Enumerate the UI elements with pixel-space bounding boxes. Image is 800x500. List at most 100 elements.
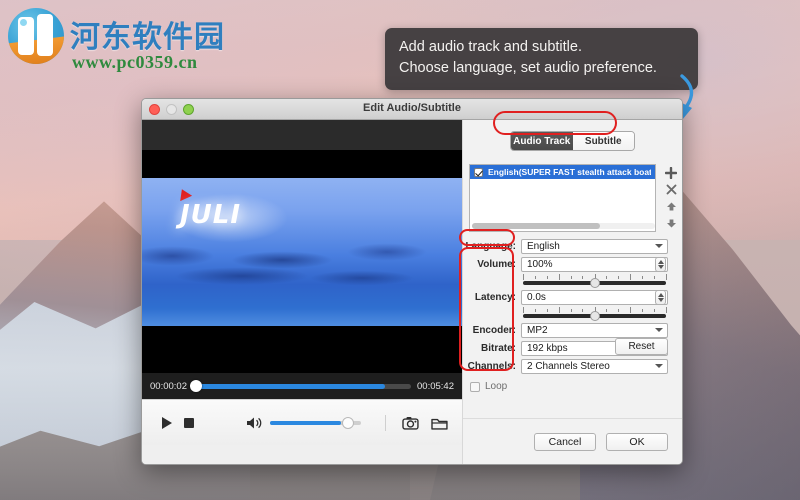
site-watermark: 河东软件园 www.pc0359.cn <box>8 6 228 84</box>
logo-glyph-right <box>37 14 53 56</box>
latency-track[interactable] <box>523 311 666 321</box>
loop-label: Loop <box>485 381 508 392</box>
volume-track-knob[interactable] <box>589 278 600 288</box>
window-title: Edit Audio/Subtitle <box>363 102 461 114</box>
video-player-pane: JULI 00:00:02 00:05:42 <box>142 120 462 464</box>
video-black-band-2 <box>142 326 462 373</box>
video-preview[interactable]: JULI <box>142 120 462 373</box>
logo-dot <box>20 19 27 26</box>
loop-row[interactable]: Loop <box>463 381 682 392</box>
language-select-wrap[interactable]: English <box>521 238 668 254</box>
player-control-bar <box>142 399 462 445</box>
play-icon[interactable] <box>156 416 178 429</box>
chevron-down-icon <box>655 327 663 332</box>
audio-track-list[interactable]: English(SUPER FAST stealth attack boat <box>469 164 656 232</box>
timeline-fill <box>192 383 385 389</box>
camera-icon[interactable] <box>402 416 419 430</box>
volume-icon[interactable] <box>246 416 262 430</box>
circle-logo-icon <box>8 8 64 64</box>
bitrate-label: Bitrate: <box>480 342 516 354</box>
playback-timeline[interactable]: 00:00:02 00:05:42 <box>142 373 462 399</box>
move-track-down-button[interactable] <box>661 215 681 232</box>
video-letterbox-top <box>142 120 462 150</box>
dialog-footer: Cancel OK <box>463 418 682 464</box>
reset-button[interactable]: Reset <box>615 338 668 355</box>
move-track-up-button[interactable] <box>661 198 681 215</box>
language-label: Language: <box>465 240 516 252</box>
volume-slider[interactable] <box>269 416 362 429</box>
latency-slider-row[interactable] <box>463 307 682 321</box>
video-frame-scene: JULI <box>142 178 462 326</box>
chevron-down-icon <box>655 243 663 248</box>
stepper-up-icon[interactable] <box>657 292 664 297</box>
track-list-buttons[interactable] <box>661 164 681 232</box>
channels-label: Channels: <box>467 360 516 372</box>
logo-band <box>8 36 64 64</box>
stepper-up-icon[interactable] <box>657 259 664 264</box>
encoder-row: Encoder: MP2 <box>463 322 682 338</box>
volume-input[interactable]: 100% <box>521 256 668 272</box>
track-list-hscrollbar[interactable] <box>472 223 655 229</box>
volume-slider-knob[interactable] <box>341 416 354 429</box>
remove-track-button[interactable] <box>661 181 681 198</box>
edit-audio-subtitle-window: Edit Audio/Subtitle JULI 00:00:02 00:05:… <box>141 98 683 465</box>
tab-audio-track[interactable]: Audio Track <box>511 132 573 150</box>
encoder-select-wrap[interactable]: MP2 <box>521 322 668 338</box>
window-body: JULI 00:00:02 00:05:42 Audio Track Subti… <box>142 120 682 464</box>
current-time-label: 00:00:02 <box>150 380 187 392</box>
latency-label: Latency: <box>474 291 516 303</box>
timeline-track[interactable] <box>189 379 412 392</box>
latency-stepper[interactable] <box>655 289 666 305</box>
arrow-down-icon <box>666 219 676 228</box>
list-item[interactable]: English(SUPER FAST stealth attack boat <box>470 165 655 179</box>
control-divider <box>385 414 387 431</box>
channels-select[interactable]: 2 Channels Stereo <box>521 358 668 374</box>
track-list-hscrollbar-thumb[interactable] <box>472 223 600 229</box>
loop-checkbox[interactable] <box>470 381 480 392</box>
volume-stepper[interactable] <box>655 256 666 272</box>
stepper-down-icon[interactable] <box>657 297 664 302</box>
callout-line-1: Add audio track and subtitle. <box>399 39 582 55</box>
audio-settings-form: Language: English Volume: 100% Latency: … <box>463 238 682 392</box>
volume-input-wrap[interactable]: 100% <box>521 256 668 272</box>
callout-line-2: Choose language, set audio preference. <box>399 60 657 76</box>
tab-subtitle[interactable]: Subtitle <box>572 132 634 150</box>
cancel-button[interactable]: Cancel <box>534 432 596 451</box>
channels-row: Channels: 2 Channels Stereo <box>463 358 682 374</box>
total-time-label: 00:05:42 <box>417 380 454 392</box>
volume-label: Volume: <box>477 258 516 270</box>
panel-tabs[interactable]: Audio Track Subtitle <box>510 131 635 151</box>
water-waves-lower <box>142 262 462 292</box>
channels-select-wrap[interactable]: 2 Channels Stereo <box>521 358 668 374</box>
track-checkbox[interactable] <box>474 167 483 177</box>
volume-track[interactable] <box>523 278 666 288</box>
encoder-select[interactable]: MP2 <box>521 322 668 338</box>
window-titlebar[interactable]: Edit Audio/Subtitle <box>142 99 682 120</box>
arrow-up-icon <box>666 202 676 211</box>
video-black-band-1 <box>142 150 462 178</box>
plus-icon <box>665 166 677 179</box>
instruction-callout: Add audio track and subtitle. Choose lan… <box>385 28 698 90</box>
track-label: English(SUPER FAST stealth attack boat <box>488 167 651 177</box>
volume-slider-row[interactable] <box>463 274 682 288</box>
site-name: 河东软件园 <box>70 20 225 55</box>
chevron-down-icon <box>655 363 663 368</box>
close-x-icon <box>666 184 676 195</box>
language-select[interactable]: English <box>521 238 668 254</box>
latency-input[interactable]: 0.0s <box>521 289 668 305</box>
volume-slider-fill <box>269 420 342 425</box>
folder-icon[interactable] <box>431 416 448 430</box>
stepper-down-icon[interactable] <box>657 264 664 269</box>
player-pane-filler <box>142 445 462 464</box>
audio-subtitle-panel: Audio Track Subtitle English(SUPER FAST … <box>462 120 682 464</box>
stop-icon[interactable] <box>178 417 200 428</box>
language-row: Language: English <box>463 238 682 254</box>
latency-track-knob[interactable] <box>589 311 600 321</box>
latency-input-wrap[interactable]: 0.0s <box>521 289 668 305</box>
video-overlay-text: JULI <box>180 200 242 230</box>
encoder-label: Encoder: <box>472 324 516 336</box>
timeline-knob[interactable] <box>189 379 202 392</box>
latency-row: Latency: 0.0s <box>463 289 682 305</box>
ok-button[interactable]: OK <box>606 432 668 451</box>
add-track-button[interactable] <box>661 164 681 181</box>
